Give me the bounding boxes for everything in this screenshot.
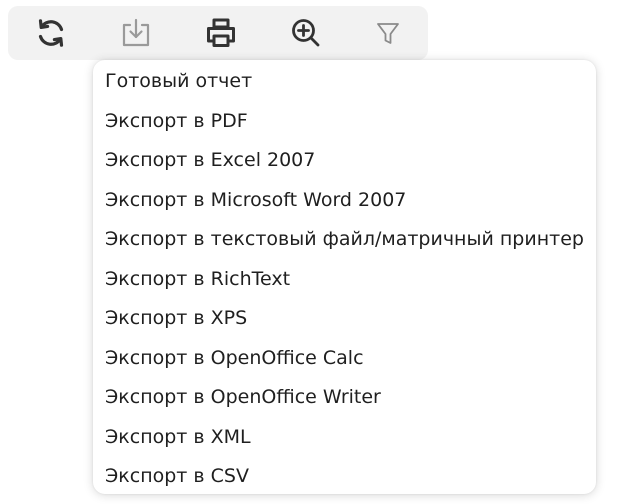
- filter-button[interactable]: [371, 16, 405, 50]
- menu-item-export-richtext[interactable]: Экспорт в RichText: [93, 260, 596, 300]
- menu-item-export-calc[interactable]: Экспорт в OpenOffice Calc: [93, 339, 596, 379]
- zoom-in-icon: [292, 19, 320, 47]
- report-toolbar: [8, 6, 428, 60]
- menu-item-export-pdf[interactable]: Экспорт в PDF: [93, 102, 596, 142]
- menu-item-export-word[interactable]: Экспорт в Microsoft Word 2007: [93, 181, 596, 221]
- menu-item-ready-report[interactable]: Готовый отчет: [93, 62, 596, 102]
- menu-item-export-excel[interactable]: Экспорт в Excel 2007: [93, 141, 596, 181]
- page: Готовый отчет Экспорт в PDF Экспорт в Ex…: [0, 0, 621, 504]
- print-icon: [207, 18, 235, 47]
- filter-icon: [377, 23, 399, 44]
- menu-item-export-writer[interactable]: Экспорт в OpenOffice Writer: [93, 378, 596, 418]
- menu-item-export-text[interactable]: Экспорт в текстовый файл/матричный принт…: [93, 220, 596, 260]
- menu-item-export-xps[interactable]: Экспорт в XPS: [93, 299, 596, 339]
- export-menu: Готовый отчет Экспорт в PDF Экспорт в Ex…: [93, 60, 596, 494]
- menu-item-export-xml[interactable]: Экспорт в XML: [93, 418, 596, 458]
- refresh-button[interactable]: [34, 16, 68, 50]
- print-button[interactable]: [204, 16, 238, 50]
- menu-item-export-csv[interactable]: Экспорт в CSV: [93, 457, 596, 497]
- download-icon: [122, 18, 150, 47]
- zoom-button[interactable]: [289, 16, 323, 50]
- refresh-icon: [38, 19, 64, 47]
- save-button[interactable]: [119, 16, 153, 50]
